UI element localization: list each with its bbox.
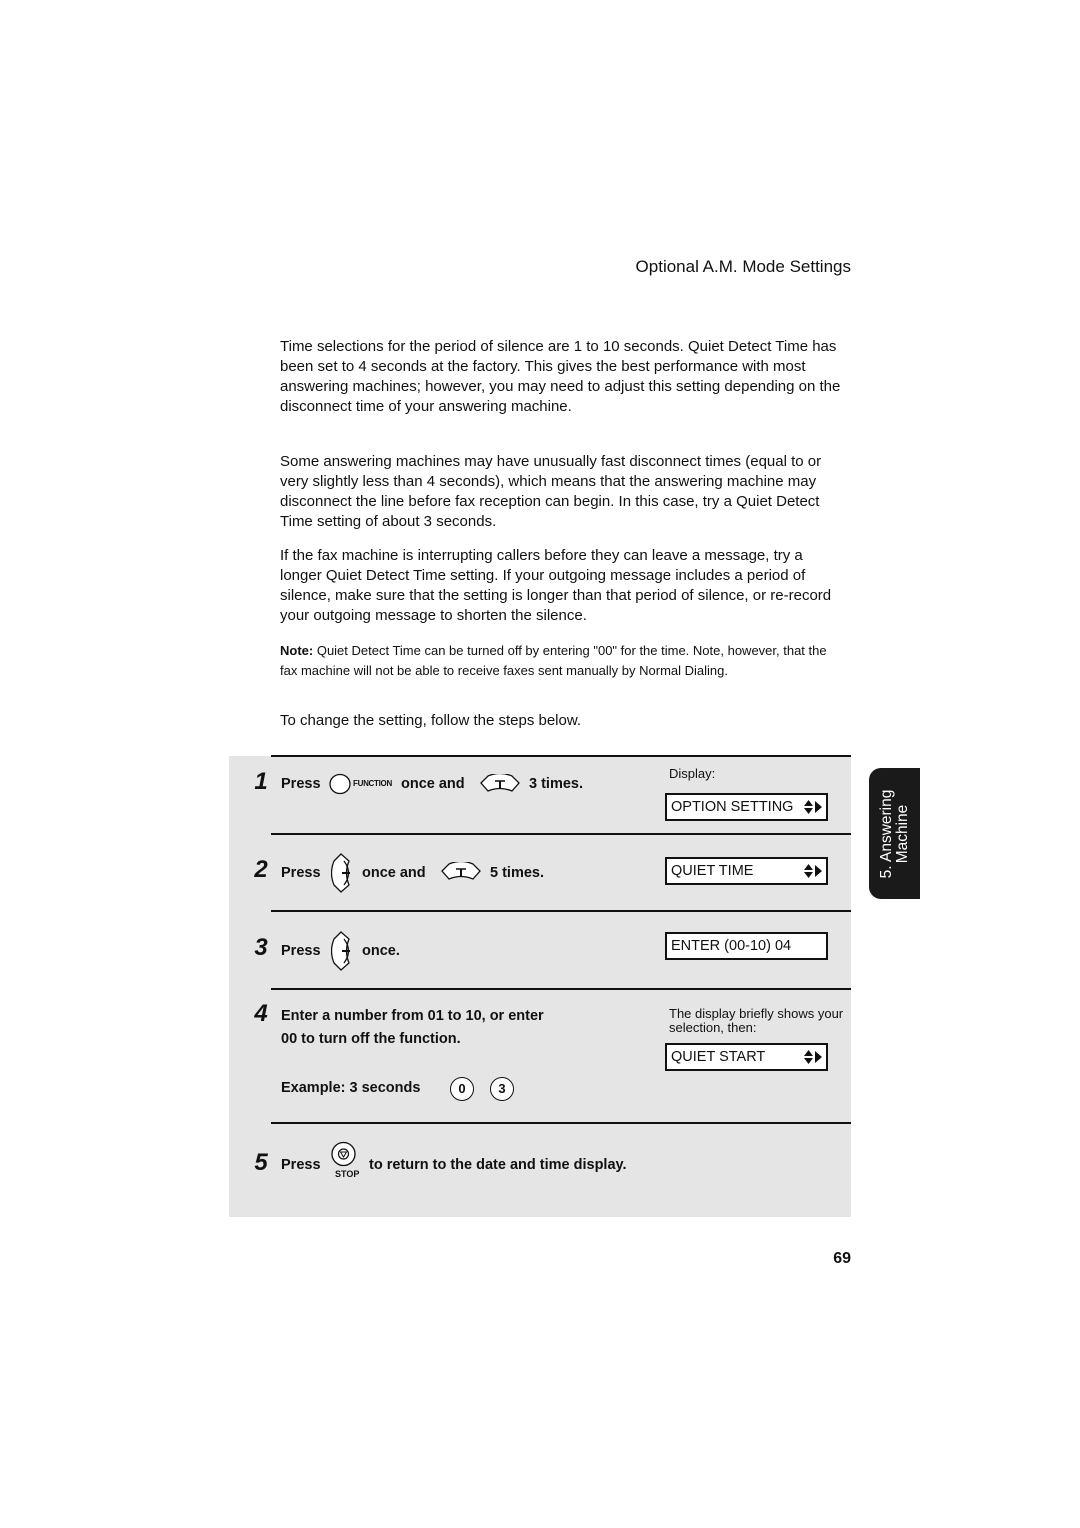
page-number: 69 bbox=[833, 1250, 851, 1267]
up-down-right-arrows-icon bbox=[804, 1050, 822, 1064]
lcd-text: ENTER (00-10) 04 bbox=[671, 938, 792, 954]
steps-intro: To change the setting, follow the steps … bbox=[280, 712, 582, 729]
divider bbox=[271, 988, 851, 990]
step-5-text: to return to the date and time display. bbox=[369, 1157, 627, 1173]
divider bbox=[271, 833, 851, 835]
lcd-text: QUIET TIME bbox=[671, 863, 754, 879]
paragraph-3: If the fax machine is interrupting calle… bbox=[280, 547, 832, 624]
chapter-tab-line-1: 5. Answering bbox=[877, 789, 895, 878]
function-key-label: FUNCTION bbox=[353, 779, 392, 788]
step-5-number: 5 bbox=[254, 1149, 268, 1176]
note-label: Note: bbox=[280, 643, 314, 658]
paragraph-2: Some answering machines may have unusual… bbox=[280, 453, 822, 530]
stop-key-icon bbox=[331, 1141, 356, 1167]
up-down-right-arrows-icon bbox=[804, 800, 822, 814]
step-4-number: 4 bbox=[254, 1000, 268, 1027]
step-1-press: Press bbox=[281, 776, 321, 792]
divider bbox=[271, 910, 851, 912]
step-2-number: 2 bbox=[254, 856, 268, 883]
lcd-quiet-start: QUIET START bbox=[665, 1043, 828, 1071]
chapter-tab-label: 5. Answering Machine bbox=[877, 789, 911, 878]
step-2-once-and: once and bbox=[362, 865, 426, 881]
step-3-number: 3 bbox=[254, 934, 268, 961]
steps-panel bbox=[229, 756, 851, 1217]
stop-key-label: STOP bbox=[335, 1169, 360, 1179]
step-4-example: Example: 3 seconds bbox=[281, 1080, 421, 1096]
note-text: Quiet Detect Time can be turned off by e… bbox=[280, 643, 827, 678]
right-arrow-key-icon bbox=[331, 853, 350, 893]
step-1-number: 1 bbox=[254, 768, 268, 795]
step-4-line-1: Enter a number from 01 to 10, or enter bbox=[281, 1008, 544, 1024]
down-arrow-key-icon bbox=[441, 862, 481, 880]
lcd-enter: ENTER (00-10) 04 bbox=[665, 932, 828, 960]
lcd-option-setting: OPTION SETTING bbox=[665, 793, 828, 821]
step-1-times: 3 times. bbox=[529, 776, 583, 792]
key-3-icon: 3 bbox=[490, 1077, 514, 1101]
note: Note: Quiet Detect Time can be turned of… bbox=[280, 641, 845, 680]
step-4-line-2: 00 to turn off the function. bbox=[281, 1031, 461, 1047]
key-0-icon: 0 bbox=[450, 1077, 474, 1101]
divider bbox=[271, 755, 851, 757]
step-3-once: once. bbox=[362, 943, 400, 959]
chapter-tab-line-2: Machine bbox=[893, 804, 911, 863]
lcd-text: QUIET START bbox=[671, 1049, 766, 1065]
step-2-press: Press bbox=[281, 865, 321, 881]
up-down-right-arrows-icon bbox=[804, 864, 822, 878]
step-1-once-and: once and bbox=[401, 776, 465, 792]
function-key-icon bbox=[329, 773, 351, 795]
chapter-tab[interactable]: 5. Answering Machine bbox=[869, 768, 920, 899]
lcd-quiet-time: QUIET TIME bbox=[665, 857, 828, 885]
down-arrow-key-icon bbox=[480, 774, 520, 792]
right-arrow-key-icon bbox=[331, 931, 350, 971]
page-header-title: Optional A.M. Mode Settings bbox=[635, 257, 851, 276]
display-label: Display: bbox=[669, 766, 716, 781]
display-note: The display briefly shows your selection… bbox=[669, 1006, 844, 1035]
lcd-text: OPTION SETTING bbox=[671, 799, 794, 815]
paragraph-1: Time selections for the period of silenc… bbox=[280, 338, 841, 415]
step-3-press: Press bbox=[281, 943, 321, 959]
step-5-press: Press bbox=[281, 1157, 321, 1173]
step-2-times: 5 times. bbox=[490, 865, 544, 881]
divider bbox=[271, 1122, 851, 1124]
